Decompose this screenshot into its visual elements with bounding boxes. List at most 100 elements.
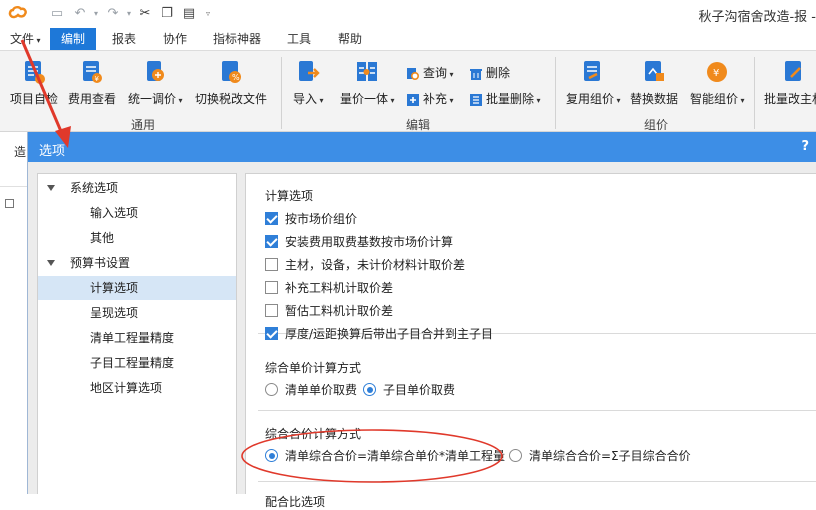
quick-access-dropdown-icon[interactable]: ▿ [200, 6, 216, 22]
tree-item-label: 预算书设置 [70, 256, 131, 270]
tree-item-region-calc-options[interactable]: 地区计算选项 [38, 376, 236, 400]
supplement-label: 补充 [423, 92, 448, 106]
copy-icon[interactable]: ❐ [159, 6, 175, 22]
checkbox-icon[interactable] [265, 258, 278, 271]
unified-price-adjust-label: 统一调价 [128, 92, 177, 106]
quantity-price-icon [357, 62, 378, 81]
cost-view-button[interactable]: ¥ 费用查看 [68, 59, 116, 107]
radio-icon[interactable] [509, 449, 522, 462]
chevron-down-icon: ▾ [176, 96, 183, 105]
checkbox-checked-icon[interactable] [265, 327, 278, 340]
import-button[interactable]: 导入 ▾ [293, 59, 324, 107]
replace-data-button[interactable]: 替换数据 [630, 59, 678, 107]
menu-collab-tab[interactable]: 协作 [155, 28, 195, 50]
undo-dropdown-icon[interactable]: ▾ [88, 6, 104, 22]
expanded-arrow-icon[interactable] [47, 185, 55, 191]
checklist-icon [25, 61, 45, 84]
batch-delete-button[interactable]: 批量删除 ▾ [469, 89, 541, 109]
expanded-arrow-icon[interactable] [47, 260, 55, 266]
supplement-icon [407, 93, 419, 106]
radio-selected-icon[interactable] [363, 383, 376, 396]
option-supplement-diff[interactable]: 补充工料机计取价差 [265, 279, 393, 297]
unified-price-adjust-button[interactable]: 统一调价 ▾ [128, 59, 183, 107]
reuse-pricing-icon [584, 61, 601, 81]
radio-list-unit-price[interactable]: 清单单价取费 [265, 381, 357, 399]
reuse-pricing-label: 复用组价 [566, 92, 615, 106]
batch-change-main-material-button[interactable]: 批量改主材 [764, 59, 816, 107]
checkbox-icon[interactable] [265, 281, 278, 294]
switch-tax-file-label: 切换税改文件 [195, 92, 268, 106]
expand-toggle-icon[interactable] [5, 199, 14, 208]
svg-text:¥: ¥ [713, 68, 719, 79]
tree-item-calc-options[interactable]: 计算选项 [38, 276, 236, 300]
menu-bar: 文件 ▾ 编制 报表 协作 指标神器 工具 帮助 [0, 28, 816, 50]
menu-help-tab[interactable]: 帮助 [330, 28, 370, 50]
radio-total-by-sum[interactable]: 清单综合合价=Σ子目综合合价 [509, 447, 691, 465]
checkbox-checked-icon[interactable] [265, 212, 278, 225]
redo-dropdown-icon[interactable]: ▾ [121, 6, 137, 22]
checkbox-checked-icon[interactable] [265, 235, 278, 248]
help-icon[interactable]: ? [801, 139, 809, 154]
switch-tax-file-button[interactable]: % 切换税改文件 [195, 59, 267, 107]
chevron-down-icon: ▾ [738, 96, 745, 105]
tree-item-other[interactable]: 其他 [38, 226, 236, 250]
tree-item-label: 其他 [90, 231, 115, 245]
option-market-price[interactable]: 按市场价组价 [265, 210, 357, 228]
option-install-fee-market[interactable]: 安装费用取费基数按市场价计算 [265, 233, 453, 251]
dialog-title-bar[interactable]: 选项 ? [28, 132, 816, 162]
tree-item-label: 呈现选项 [90, 306, 139, 320]
menu-file-label: 文件 [10, 32, 35, 46]
checkbox-icon[interactable] [265, 304, 278, 317]
reuse-pricing-button[interactable]: 复用组价 ▾ [566, 59, 621, 107]
menu-tools-tab[interactable]: 工具 [279, 28, 319, 50]
mix-options-title: 配合比选项 [265, 493, 326, 510]
option-material-diff[interactable]: 主材，设备，未计价材料计取价差 [265, 256, 465, 274]
workspace-divider [0, 186, 27, 187]
menu-report-tab[interactable]: 报表 [104, 28, 144, 50]
query-label: 查询 [423, 66, 448, 80]
radio-icon[interactable] [265, 383, 278, 396]
radio-selected-icon[interactable] [265, 449, 278, 462]
option-estimate-diff[interactable]: 暂估工料机计取价差 [265, 302, 393, 320]
tree-item-budget-settings[interactable]: 预算书设置 [38, 251, 236, 275]
menu-file[interactable]: 文件 ▾ [2, 28, 49, 50]
menu-index-tab[interactable]: 指标神器 [205, 28, 269, 50]
cost-view-label: 费用查看 [68, 92, 117, 106]
batch-change-main-material-label: 批量改主材 [764, 92, 816, 106]
paste-icon[interactable]: ▤ [181, 6, 197, 22]
document-title: 秋子沟宿舍改造-报 - [698, 10, 816, 25]
tree-item-display-options[interactable]: 呈现选项 [38, 301, 236, 325]
tax-file-icon: % [222, 61, 241, 83]
title-bar: ▭ ↶ ▾ ↷ ▾ ✂ ❐ ▤ ▿ 秋子沟宿舍改造-报 - [0, 0, 816, 28]
delete-button[interactable]: 删除 [469, 63, 510, 83]
tree-item-input-options[interactable]: 输入选项 [38, 201, 236, 225]
undo-icon[interactable]: ↶ [72, 6, 88, 22]
radio-total-by-list[interactable]: 清单综合合价=清单综合单价*清单工程量 [265, 447, 505, 465]
option-label: 清单综合合价=Σ子目综合合价 [529, 449, 691, 463]
chevron-down-icon: ▾ [34, 36, 41, 45]
quantity-price-button[interactable]: 量价一体 ▾ [340, 59, 395, 107]
calc-options-title: 计算选项 [265, 187, 314, 204]
import-label: 导入 [293, 92, 318, 106]
query-button[interactable]: 查询 ▾ [406, 63, 454, 83]
ribbon-separator [281, 57, 282, 129]
supplement-button[interactable]: 补充 ▾ [406, 89, 454, 109]
redo-icon[interactable]: ↷ [105, 6, 121, 22]
quantity-price-label: 量价一体 [340, 92, 389, 106]
save-icon[interactable]: ▭ [49, 6, 65, 22]
cut-icon[interactable]: ✂ [137, 6, 153, 22]
tree-item-label: 清单工程量精度 [90, 331, 175, 345]
option-label: 清单综合合价=清单综合单价*清单工程量 [285, 449, 506, 463]
tree-item-system-options[interactable]: 系统选项 [38, 176, 236, 200]
batch-change-material-icon [785, 61, 801, 81]
option-label: 暂估工料机计取价差 [285, 304, 394, 318]
ribbon-group-general-label: 通用 [131, 118, 156, 132]
radio-sub-unit-price[interactable]: 子目单价取费 [363, 381, 455, 399]
option-thickness-merge[interactable]: 厚度/运距换算后带出子目合并到主子目 [265, 325, 493, 343]
project-self-check-button[interactable]: 项目自检 [10, 59, 58, 107]
tree-item-list-quantity-precision[interactable]: 清单工程量精度 [38, 326, 236, 350]
smart-pricing-button[interactable]: ¥ 智能组价 ▾ [690, 59, 745, 107]
batch-delete-label: 批量删除 [486, 92, 535, 106]
menu-edit-tab[interactable]: 编制 [50, 28, 97, 50]
tree-item-sub-quantity-precision[interactable]: 子目工程量精度 [38, 351, 236, 375]
